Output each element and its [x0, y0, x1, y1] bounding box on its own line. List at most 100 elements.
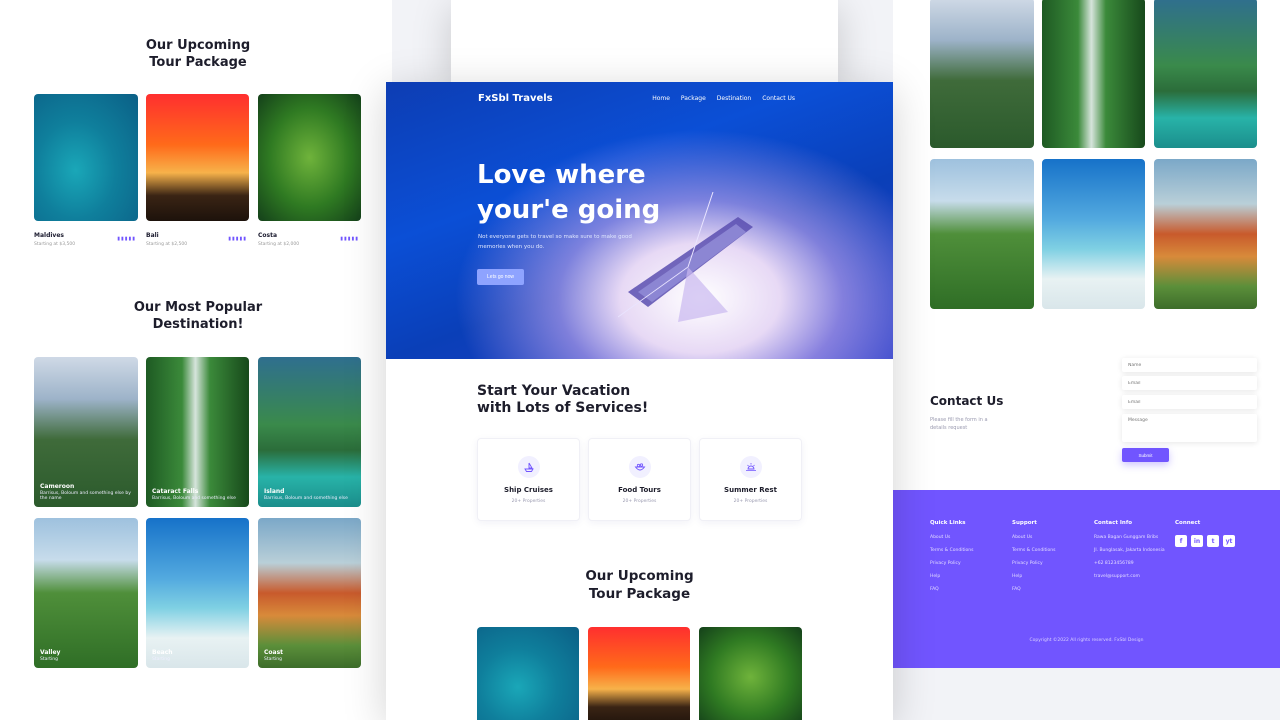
- service-card-food[interactable]: Food Tours 20+ Properties: [588, 438, 691, 521]
- card-title: Cameroon: [40, 483, 75, 490]
- footer-heading: Connect: [1175, 520, 1201, 526]
- footer-link[interactable]: About Us: [1012, 535, 1055, 541]
- upcoming-card-tag: ▮▮▮▮▮: [228, 236, 247, 242]
- services-title-line-2: with Lots of Services!: [477, 400, 649, 416]
- card-text: Starting: [40, 657, 58, 662]
- upcoming-card-maldives[interactable]: [477, 627, 579, 720]
- service-meta: 20+ Properties: [622, 499, 657, 504]
- upcoming-card-sub: Starting at $3,500: [34, 242, 76, 247]
- food-icon: [628, 456, 651, 478]
- card-title: Valley: [40, 649, 61, 656]
- service-name: Ship Cruises: [504, 486, 553, 494]
- cta-button[interactable]: Lets go now: [477, 269, 524, 285]
- footer-contact-address-2: Jl. Bunglasak, Jakarta Indonesia: [1094, 548, 1165, 553]
- ship-icon: [517, 456, 540, 478]
- footer-link[interactable]: Terms & Conditions: [930, 548, 973, 554]
- popular-card-beach-palm[interactable]: Island Barrisus, Boloum and something els…: [258, 357, 361, 507]
- submit-button[interactable]: Submit: [1122, 448, 1169, 462]
- card-title: Island: [264, 488, 285, 495]
- hero-title-line-1: Love where: [477, 160, 646, 190]
- upcoming-card-image-costa[interactable]: [258, 94, 361, 221]
- upcoming-card-info-0: Maldives Starting at $3,500 ▮▮▮▮▮: [34, 232, 138, 247]
- contact-title: Contact Us: [930, 394, 1004, 408]
- footer-link[interactable]: About Us: [930, 535, 973, 541]
- footer-link[interactable]: Privacy Policy: [1012, 561, 1055, 567]
- name-field[interactable]: [1122, 358, 1257, 372]
- service-meta: 20+ Properties: [511, 499, 546, 504]
- footer-column-support: Support About Us Terms & Conditions Priv…: [1012, 520, 1055, 600]
- linkedin-icon[interactable]: in: [1191, 535, 1203, 547]
- popular-card-temple[interactable]: Cameroon Barrisus, Boloum and something e…: [34, 357, 138, 507]
- sun-icon: [739, 456, 762, 478]
- right-card-umbrella[interactable]: [1042, 159, 1145, 309]
- hero-title: Love where your'e going: [477, 158, 717, 228]
- email-field[interactable]: [1122, 376, 1257, 390]
- background-page-preview: [451, 0, 838, 82]
- services-title: Start Your Vacation with Lots of Service…: [477, 383, 677, 417]
- right-card-coast[interactable]: [1154, 159, 1257, 309]
- footer-heading: Support: [1012, 520, 1037, 526]
- popular-card-coast[interactable]: Coast Starting: [258, 518, 361, 668]
- copyright-text: Copyright ©2022 All rights reserved. FxS…: [1029, 638, 1144, 643]
- upcoming-card-image-maldives[interactable]: [34, 94, 138, 221]
- youtube-icon[interactable]: yt: [1223, 535, 1235, 547]
- popular-card-umbrella[interactable]: Beach Starting: [146, 518, 249, 668]
- footer: Quick Links About Us Terms & Conditions …: [893, 490, 1280, 668]
- upcoming-card-costa[interactable]: [699, 627, 802, 720]
- footer-contact-email: travel@support.com: [1094, 574, 1140, 579]
- brand-logo[interactable]: FxSbl Travels: [478, 93, 553, 104]
- footer-heading: Contact Info: [1094, 520, 1133, 526]
- card-text: Barrisus, Boloum and something else by t…: [40, 491, 131, 501]
- nav-home[interactable]: Home: [652, 95, 670, 102]
- right-card-waterfall[interactable]: [1042, 0, 1145, 148]
- popular-section-title: Our Most Popular Destination!: [133, 300, 263, 332]
- footer-column-contact: Contact Info Rawa Bagan Gunggam Bribs Jl…: [1094, 520, 1169, 587]
- footer-contact-phone: +62 8123456789: [1094, 561, 1134, 566]
- footer-link[interactable]: Help: [930, 574, 973, 580]
- upcoming-card-sub: Starting at $2,500: [146, 242, 188, 247]
- main-nav: Home Package Destination Contact Us: [652, 95, 795, 102]
- nav-contact[interactable]: Contact Us: [762, 95, 795, 102]
- hero-subtitle: Not everyone gets to travel so make sure…: [478, 234, 632, 250]
- service-name: Food Tours: [618, 486, 661, 494]
- footer-contact-address: Rawa Bagan Gunggam Bribs: [1094, 535, 1159, 540]
- right-card-hills[interactable]: [930, 159, 1034, 309]
- popular-card-hills[interactable]: Valley Starting: [34, 518, 138, 668]
- message-field[interactable]: [1122, 414, 1257, 442]
- upcoming-card-bali[interactable]: [588, 627, 690, 720]
- service-card-ship[interactable]: Ship Cruises 20+ Properties: [477, 438, 580, 521]
- card-text: Barrisus, Boloum and something else: [152, 496, 236, 501]
- nav-destination[interactable]: Destination: [717, 95, 751, 102]
- card-title: Coast: [264, 649, 284, 656]
- card-text: Starting: [152, 657, 170, 662]
- left-page-preview: Our Upcoming Tour Package Maldives Start…: [0, 0, 392, 720]
- right-card-temple[interactable]: [930, 0, 1034, 148]
- card-text: Starting: [264, 657, 282, 662]
- contact-subtitle: Please fill the form in a details reques…: [930, 417, 988, 431]
- footer-column-connect: Connect f in t yt: [1175, 520, 1235, 547]
- upcoming-card-sub: Starting at $2,000: [258, 242, 300, 247]
- upcoming-card-info-2: Costa Starting at $2,000 ▮▮▮▮▮: [258, 232, 361, 247]
- card-text: Barrisus, Boloum and something else: [264, 496, 348, 501]
- upcoming-card-image-bali[interactable]: [146, 94, 249, 221]
- footer-link[interactable]: Terms & Conditions: [1012, 548, 1055, 554]
- twitter-icon[interactable]: t: [1207, 535, 1219, 547]
- facebook-icon[interactable]: f: [1175, 535, 1187, 547]
- upcoming-title-line-1: Our Upcoming: [585, 568, 694, 584]
- nav-package[interactable]: Package: [681, 95, 706, 102]
- service-card-summer[interactable]: Summer Rest 20+ Properties: [699, 438, 802, 521]
- hero-section: FxSbl Travels Home Package Destination C…: [386, 82, 893, 359]
- upcoming-card-tag: ▮▮▮▮▮: [340, 236, 359, 242]
- footer-link[interactable]: FAQ: [1012, 587, 1055, 593]
- subject-field[interactable]: [1122, 395, 1257, 409]
- services-title-line-1: Start Your Vacation: [477, 383, 631, 399]
- popular-card-waterfall[interactable]: Cataract Falls Barrisus, Boloum and somet…: [146, 357, 249, 507]
- upcoming-section-title: Our Upcoming Tour Package: [145, 38, 251, 70]
- footer-link[interactable]: FAQ: [930, 587, 973, 593]
- footer-link[interactable]: Privacy Policy: [930, 561, 973, 567]
- footer-link[interactable]: Help: [1012, 574, 1055, 580]
- right-card-beach-palm[interactable]: [1154, 0, 1257, 148]
- footer-heading: Quick Links: [930, 520, 966, 526]
- upcoming-card-tag: ▮▮▮▮▮: [117, 236, 136, 242]
- card-title: Cataract Falls: [152, 488, 199, 495]
